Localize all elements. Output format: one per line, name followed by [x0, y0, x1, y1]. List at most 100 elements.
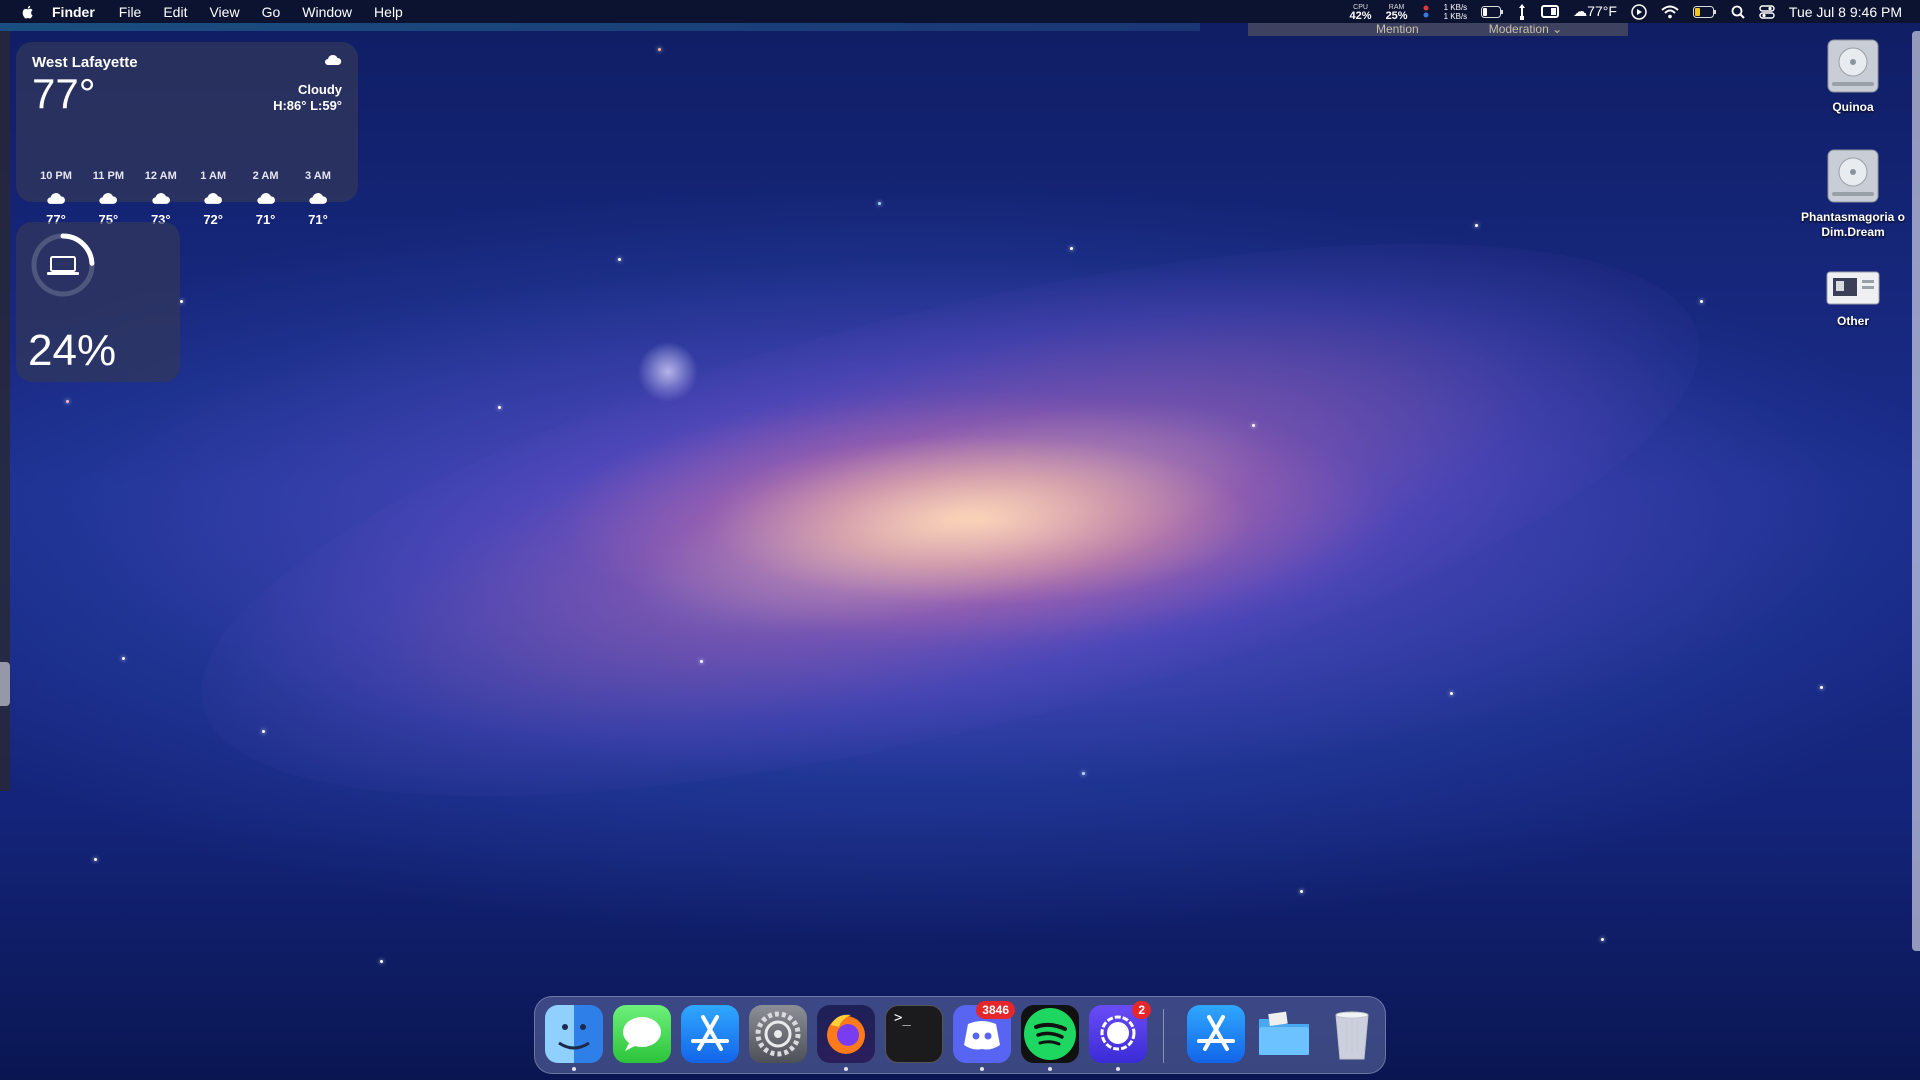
battery-level-icon[interactable]: [1692, 5, 1717, 18]
forecast-time: 10 PM: [40, 170, 72, 182]
forecast-hour: 11 PM 75°: [84, 170, 132, 227]
weather-hilo: H:86° L:59°: [273, 98, 342, 113]
forecast-hour: 3 AM 71°: [294, 170, 342, 227]
dock-signal[interactable]: 2: [1089, 1001, 1151, 1071]
cloud-icon: [325, 54, 342, 65]
forecast-time: 11 PM: [92, 170, 124, 182]
dock-terminal[interactable]: >_: [885, 1005, 943, 1063]
hard-drive-icon: [1827, 39, 1879, 93]
forecast-temp: 72°: [203, 212, 223, 227]
running-indicator: [1048, 1067, 1052, 1071]
forecast-time: 1 AM: [200, 170, 227, 182]
ram-value: 25%: [1385, 9, 1408, 22]
control-center-icon[interactable]: [1759, 4, 1775, 19]
menu-go[interactable]: Go: [262, 4, 281, 20]
menu-window[interactable]: Window: [302, 4, 352, 20]
forecast-hour: 12 AM 73°: [137, 170, 185, 227]
window-resize-handle[interactable]: [0, 662, 10, 706]
cloud-icon: [152, 192, 170, 204]
cpu-monitor[interactable]: CPU 42%: [1349, 3, 1372, 22]
battery-status-icon[interactable]: [1481, 5, 1504, 18]
background-mention-label: Mention: [1376, 22, 1419, 36]
discord-badge: 3846: [976, 1001, 1015, 1019]
weather-city: West Lafayette: [32, 54, 138, 71]
display-icon[interactable]: [1541, 4, 1560, 19]
firefox-icon: [827, 1014, 865, 1054]
desktop-disk-other[interactable]: Other: [1788, 266, 1918, 329]
cloud-icon: [204, 192, 223, 204]
running-indicator: [844, 1067, 848, 1071]
sensor-icon[interactable]: [1422, 4, 1430, 20]
battery-percent: 24%: [28, 326, 117, 375]
app-store-icon: [1197, 1015, 1235, 1051]
menu-app-name[interactable]: Finder: [52, 4, 95, 20]
menu-bar: Finder File Edit View Go Window Help CPU…: [0, 0, 1920, 23]
dock-finder[interactable]: [545, 1005, 603, 1071]
weather-hourly-forecast: 10 PM 77° 11 PM 75° 12 AM 73° 1 AM 72° 2…: [32, 170, 342, 227]
laptop-icon: [47, 256, 79, 275]
running-indicator: [980, 1067, 984, 1071]
dock-app-store[interactable]: [681, 1005, 739, 1063]
system-settings-icon: [755, 1011, 801, 1057]
trash-icon: [1335, 1011, 1369, 1060]
folder-icon: [1259, 1011, 1309, 1055]
now-playing-icon[interactable]: [1631, 3, 1647, 20]
dock-system-settings[interactable]: [749, 1005, 807, 1063]
dock-messages[interactable]: [613, 1005, 671, 1063]
cloud-icon: [309, 192, 327, 204]
menu-file[interactable]: File: [119, 4, 142, 20]
spotify-icon: [1024, 1008, 1076, 1060]
disk-image-icon: [1826, 271, 1880, 305]
menu-view[interactable]: View: [209, 4, 239, 20]
forecast-time: 2 AM: [252, 170, 279, 182]
net-up-value: 1 KB/s: [1443, 2, 1468, 12]
weather-widget[interactable]: West Lafayette 77° Cloudy H:86° L:59° 10…: [16, 42, 358, 227]
forecast-time: 3 AM: [305, 170, 331, 182]
net-down-value: 1 KB/s: [1443, 11, 1468, 21]
weather-status-temp: 77°F: [1587, 3, 1617, 19]
dock-downloads-folder[interactable]: [1255, 1005, 1313, 1063]
messages-icon: [623, 1017, 661, 1051]
weather-condition: Cloudy: [297, 82, 342, 97]
galaxy-wallpaper: [152, 129, 1748, 911]
desktop-drive-phantasmagoria[interactable]: Phantasmagoria o Dim.Dream: [1788, 146, 1918, 240]
cpu-value: 42%: [1349, 9, 1372, 22]
dock-trash[interactable]: [1323, 1005, 1381, 1063]
desktop-icon-label: Other: [1836, 314, 1869, 328]
desktop-icon-label: Phantasmagoria o Dim.Dream: [1800, 210, 1906, 239]
apple-menu-icon[interactable]: [20, 4, 36, 20]
forecast-hour: 1 AM 72°: [189, 170, 237, 227]
dock-separator: [1163, 1009, 1164, 1063]
ram-monitor[interactable]: RAM 25%: [1385, 3, 1408, 22]
weather-status[interactable]: ☁77°F: [1573, 3, 1617, 20]
dock: >_ 3846 2: [534, 996, 1386, 1074]
app-store-icon: [691, 1015, 729, 1051]
cloud-icon: [256, 192, 275, 204]
dock-app-store-download[interactable]: [1187, 1005, 1245, 1063]
cloud-icon: [99, 192, 118, 204]
desktop-drive-quinoa[interactable]: Quinoa: [1788, 36, 1918, 115]
dock-firefox[interactable]: [817, 1005, 875, 1071]
background-window-strip: [0, 23, 1200, 31]
dock-discord[interactable]: 3846: [953, 1001, 1015, 1071]
desktop-icon-label: Quinoa: [1832, 100, 1874, 114]
status-menu-area: CPU 42% RAM 25% 1 KB/s 1 KB/s ☁77°F Tue …: [1350, 0, 1902, 23]
spotlight-search-icon[interactable]: [1731, 5, 1745, 19]
menu-edit[interactable]: Edit: [163, 4, 187, 20]
battery-widget[interactable]: 24%: [16, 222, 180, 382]
cloud-status-icon: ☁: [1573, 3, 1588, 19]
wifi-icon[interactable]: [1661, 5, 1679, 19]
background-window-toolbar: Mention Moderation ⌄: [1248, 23, 1628, 36]
dock-spotify[interactable]: [1021, 1005, 1079, 1071]
menu-clock[interactable]: Tue Jul 8 9:46 PM: [1789, 4, 1902, 20]
hard-drive-icon: [1827, 149, 1879, 203]
network-monitor[interactable]: 1 KB/s 1 KB/s: [1444, 3, 1468, 21]
finder-icon: [558, 1024, 590, 1050]
forecast-hour: 10 PM 77°: [32, 170, 80, 227]
forecast-time: 12 AM: [144, 170, 177, 182]
running-indicator: [572, 1067, 576, 1071]
battery-ring: [31, 233, 95, 297]
signal-badge: 2: [1132, 1001, 1151, 1019]
usb-icon[interactable]: [1517, 3, 1527, 20]
menu-help[interactable]: Help: [374, 4, 403, 20]
